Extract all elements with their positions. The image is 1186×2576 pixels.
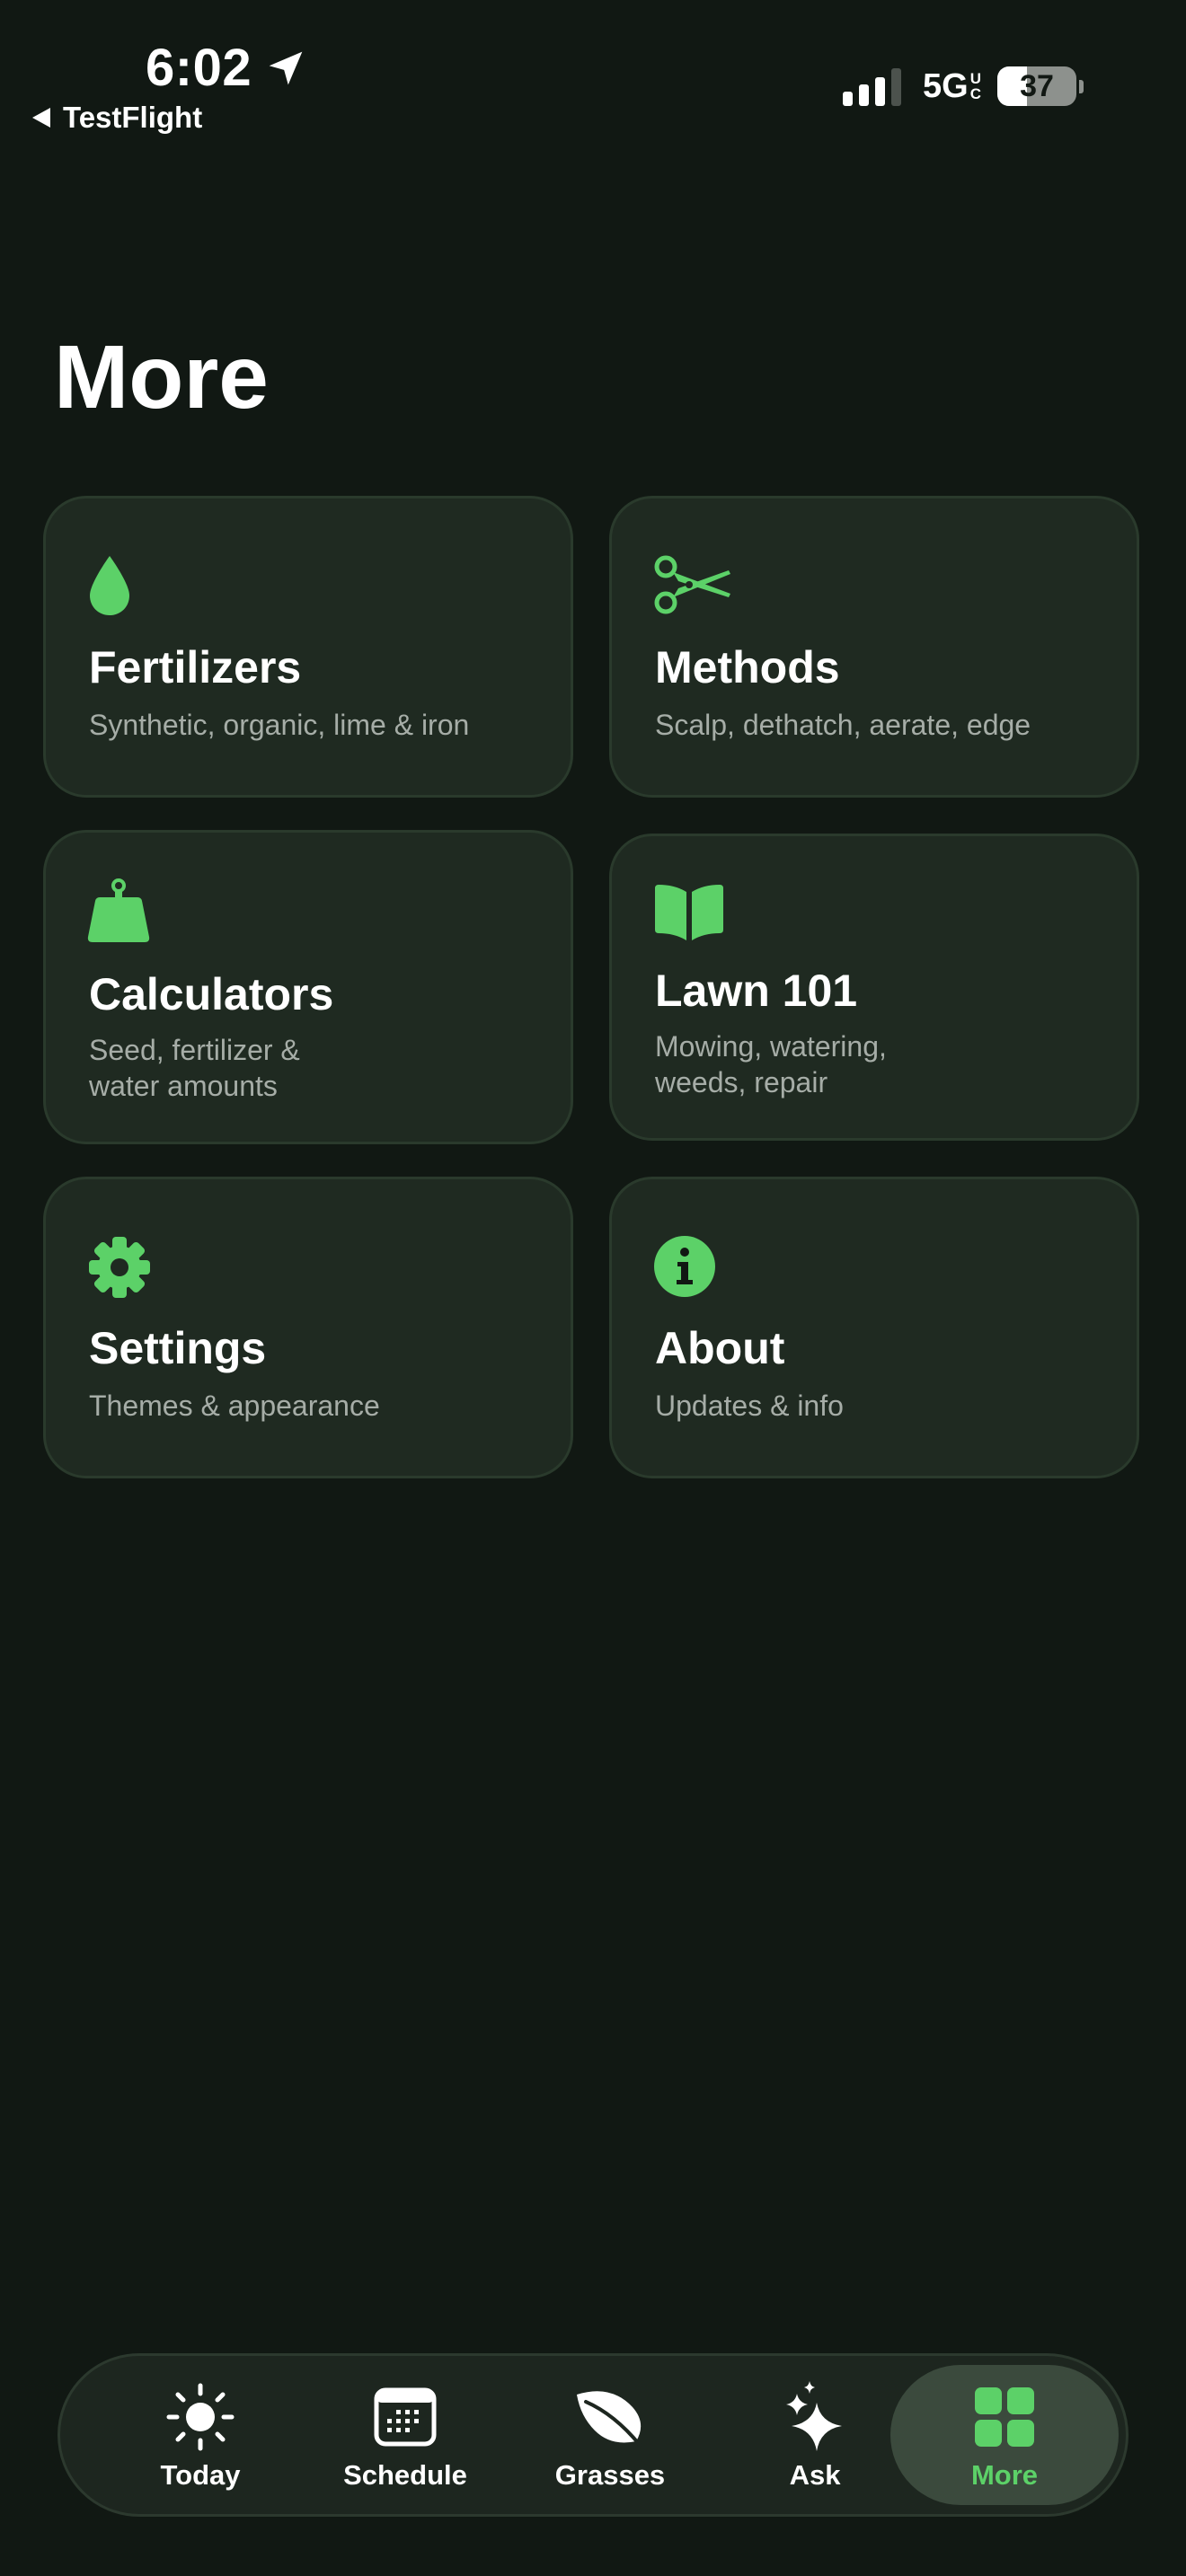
- card-subtitle: Scalp, dethatch, aerate, edge: [655, 709, 1031, 741]
- location-arrow-icon: [269, 51, 303, 85]
- card-title: Fertilizers: [89, 642, 302, 693]
- card-subtitle: Synthetic, organic, lime & iron: [89, 709, 470, 741]
- calendar-icon: [374, 2387, 437, 2447]
- clock-text: 6:02: [146, 39, 252, 97]
- tab-schedule[interactable]: Schedule: [306, 2365, 504, 2505]
- card-title: Methods: [655, 642, 840, 693]
- scissors-icon: [654, 555, 730, 614]
- drop-icon: [90, 556, 129, 615]
- status-indicators: 5G U C 37: [843, 63, 1084, 110]
- battery-icon: 37: [997, 66, 1076, 106]
- network-suffix: U C: [970, 71, 981, 101]
- card-lawn-101[interactable]: Lawn 101 Mowing, watering, weeds, repair: [609, 834, 1139, 1141]
- card-title: Lawn 101: [655, 966, 858, 1016]
- network-suffix-top: U: [969, 70, 981, 87]
- gear-icon: [89, 1237, 150, 1298]
- card-settings[interactable]: Settings Themes & appearance: [43, 1177, 573, 1478]
- card-title: About: [655, 1323, 785, 1373]
- network-type: 5G U C: [923, 67, 981, 106]
- grid-icon: [975, 2387, 1034, 2447]
- battery-level: 37: [1020, 68, 1054, 103]
- back-to-testflight-link[interactable]: TestFlight: [32, 97, 202, 138]
- book-icon: [655, 885, 723, 940]
- tab-label: Ask: [789, 2459, 841, 2491]
- tab-grasses[interactable]: Grasses: [511, 2365, 709, 2505]
- card-methods[interactable]: Methods Scalp, dethatch, aerate, edge: [609, 496, 1139, 798]
- card-subtitle: Themes & appearance: [89, 1389, 380, 1422]
- tab-ask[interactable]: Ask: [716, 2365, 914, 2505]
- card-subtitle: Updates & info: [655, 1389, 844, 1422]
- card-fertilizers[interactable]: Fertilizers Synthetic, organic, lime & i…: [43, 496, 573, 798]
- tab-label: Schedule: [343, 2459, 467, 2491]
- back-triangle-icon: [32, 108, 50, 128]
- leaf-icon: [577, 2391, 642, 2447]
- card-calculators[interactable]: Calculators Seed, fertilizer & water amo…: [43, 830, 573, 1144]
- tab-label: Today: [160, 2459, 241, 2491]
- info-icon: [654, 1236, 715, 1297]
- card-subtitle: Seed, fertilizer & water amounts: [89, 1034, 300, 1102]
- card-subtitle: Mowing, watering, weeds, repair: [655, 1030, 887, 1098]
- sparkles-icon: [786, 2381, 842, 2451]
- tab-more[interactable]: More: [890, 2365, 1119, 2505]
- cellular-signal-icon: [843, 66, 902, 106]
- weight-icon: [87, 878, 150, 942]
- card-title: Calculators: [89, 969, 334, 1019]
- card-about[interactable]: About Updates & info: [609, 1177, 1139, 1478]
- tab-label: More: [970, 2459, 1039, 2491]
- network-suffix-bottom: C: [969, 85, 981, 102]
- page-title: More: [54, 327, 269, 428]
- tab-label: Grasses: [554, 2459, 666, 2491]
- tab-bar: Today Schedule Grasses Ask More: [58, 2353, 1128, 2517]
- card-title: Settings: [89, 1323, 267, 1373]
- battery-tip: [1079, 79, 1084, 93]
- back-link-label: TestFlight: [63, 101, 203, 134]
- sun-icon: [166, 2383, 235, 2451]
- status-time: 6:02: [146, 32, 305, 104]
- tab-today[interactable]: Today: [102, 2365, 299, 2505]
- network-label: 5G: [923, 66, 969, 105]
